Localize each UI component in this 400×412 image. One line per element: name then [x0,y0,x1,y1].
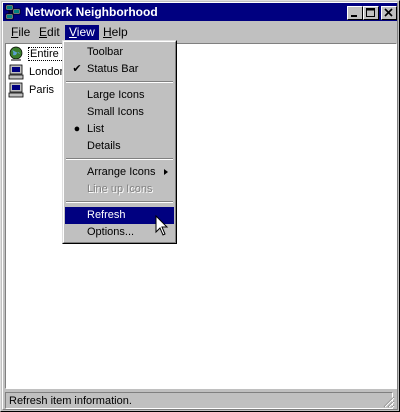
list-item-label: London [29,66,66,78]
radio-bullet-icon: ● [73,123,81,135]
computer-icon [8,64,24,80]
menu-item-large-icons[interactable]: Large Icons [65,87,174,104]
network-neighborhood-window: Network Neighborhood File Edit View Help… [0,0,400,412]
view-menu-dropdown: Toolbar ✔ Status Bar Large Icons Small I… [62,40,177,244]
minimize-button[interactable] [347,6,363,20]
menu-edit-rest: dit [47,25,60,39]
list-item[interactable]: London [8,64,67,80]
minimize-icon [351,15,357,17]
menu-item-label: Status Bar [87,63,139,75]
menu-item-arrange-icons[interactable]: Arrange Icons [65,164,174,181]
menu-item-label: Details [87,140,121,152]
computer-icon [8,82,24,98]
menu-item-status-bar[interactable]: ✔ Status Bar [65,61,174,78]
menu-file-rest: ile [18,25,31,39]
menu-separator [66,201,173,203]
menu-help-rest: elp [111,25,128,39]
menu-item-toolbar[interactable]: Toolbar [65,44,174,61]
menu-view-rest: iew [76,25,95,39]
close-icon [384,8,393,17]
resize-grip-icon[interactable] [383,396,395,408]
submenu-arrow-icon [164,169,168,175]
menu-item-small-icons[interactable]: Small Icons [65,104,174,121]
list-item[interactable]: Paris [8,82,55,98]
menu-item-line-up-icons: Line up Icons [65,181,174,198]
maximize-icon [366,8,375,17]
menu-view[interactable]: View [65,25,99,40]
menu-file[interactable]: File [7,25,34,40]
network-neighborhood-icon [5,4,21,20]
title-bar[interactable]: Network Neighborhood [3,3,397,21]
menu-view-accel: V [69,25,77,39]
menu-item-label: Line up Icons [87,183,153,195]
menu-edit[interactable]: Edit [35,25,64,40]
checkmark-icon: ✔ [72,63,82,75]
menu-separator [66,81,173,83]
menu-help-accel: H [103,25,112,39]
close-button[interactable] [381,6,397,20]
menu-item-list[interactable]: ● List [65,121,174,138]
menu-edit-accel: E [39,25,48,39]
menu-item-label: Options... [87,226,135,238]
window-title: Network Neighborhood [25,5,158,19]
list-item-label: Paris [29,84,55,96]
menu-item-label: Refresh [87,209,126,221]
menu-item-label: Small Icons [87,106,144,118]
menu-help[interactable]: Help [99,25,132,40]
status-bar: Refresh item information. [5,392,397,410]
menu-item-label: Arrange Icons [87,166,156,178]
menu-item-label: List [87,123,105,135]
menu-separator [66,158,173,160]
menu-item-details[interactable]: Details [65,138,174,155]
maximize-button[interactable] [363,6,379,20]
menu-item-label: Large Icons [87,89,145,101]
status-text: Refresh item information. [5,392,393,409]
menu-item-label: Toolbar [87,46,124,58]
entire-network-icon [9,46,23,61]
mouse-pointer-icon [155,215,169,236]
